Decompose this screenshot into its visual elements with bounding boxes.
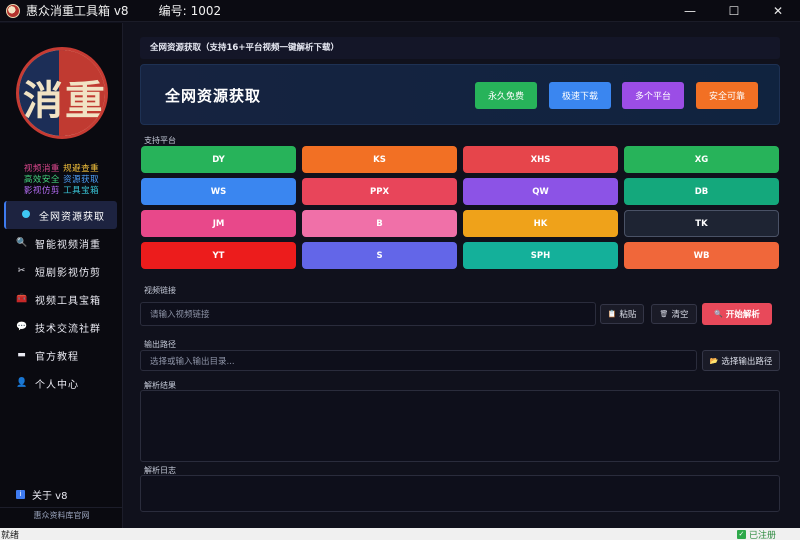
paste-label: 粘贴	[619, 310, 637, 320]
slogan-text: 工具宝箱	[63, 186, 100, 196]
platform-button-xhs[interactable]: XHS	[463, 146, 618, 173]
registration-status: ✓ 已注册	[736, 528, 800, 540]
sidebar-nav: 全网资源获取 🔍 智能视频消重 ✂ 短剧影视仿剪 🧰 视频工具宝箱 💬 技术交流…	[0, 201, 123, 397]
platform-button-jm[interactable]: JM	[141, 210, 296, 237]
registration-label: 已注册	[748, 530, 776, 540]
app-id-label: 编号:	[158, 4, 187, 18]
sidebar-item-toolbox[interactable]: 🧰 视频工具宝箱	[0, 285, 123, 313]
close-button[interactable]: ✕	[756, 0, 800, 22]
platform-button-dy[interactable]: DY	[141, 146, 296, 173]
platform-button-sph[interactable]: SPH	[463, 242, 618, 269]
search-icon: 🔍	[714, 310, 723, 318]
title-bar: 惠众消重工具箱 v8 编号: 1002 — ☐ ✕	[0, 0, 800, 22]
slogan-row: 高效安全 资源获取	[0, 175, 123, 186]
trash-icon: 🗑	[659, 310, 669, 318]
chat-icon: 💬	[16, 322, 29, 332]
platform-button-ws[interactable]: WS	[141, 178, 296, 205]
clipboard-icon: 📋	[607, 310, 617, 318]
log-area[interactable]	[140, 475, 780, 512]
slogan-text: 高效安全	[23, 175, 60, 185]
badge-free: 永久免费	[475, 82, 537, 109]
sidebar-item-label: 短剧影视仿剪	[35, 267, 101, 279]
output-path-input[interactable]: 选择或输入输出目录...	[140, 350, 697, 371]
sidebar-item-resource-fetch[interactable]: 全网资源获取	[4, 201, 117, 229]
platform-button-wb[interactable]: WB	[624, 242, 779, 269]
badge-multi-platform: 多个平台	[622, 82, 684, 109]
video-link-input[interactable]: 请输入视频链接	[140, 302, 596, 326]
sidebar-item-label: 全网资源获取	[39, 211, 105, 223]
logo-char-right: 重	[65, 77, 105, 124]
sidebar-item-label: 技术交流社群	[35, 323, 101, 335]
sidebar-item-profile[interactable]: 👤 个人中心	[0, 369, 123, 397]
sidebar-item-clip[interactable]: ✂ 短剧影视仿剪	[0, 257, 123, 285]
sidebar-item-label: 视频工具宝箱	[35, 295, 101, 307]
app-id-value: 1002	[190, 3, 222, 18]
platforms-label: 支持平台	[144, 136, 176, 145]
sidebar-item-community[interactable]: 💬 技术交流社群	[0, 313, 123, 341]
platform-button-xg[interactable]: XG	[624, 146, 779, 173]
minimize-button[interactable]: —	[668, 0, 712, 22]
window-controls: — ☐ ✕	[668, 0, 800, 22]
app-window: 惠众消重工具箱 v8 编号: 1002 — ☐ ✕ 消 重 视频消重 规避查重 …	[0, 0, 800, 540]
badge-fast-download: 极速下载	[549, 82, 611, 109]
select-output-path-label: 选择输出路径	[721, 356, 773, 367]
platform-button-b[interactable]: B	[302, 210, 457, 237]
hero-title: 全网资源获取	[165, 87, 262, 105]
slogan: 视频消重 规避查重 高效安全 资源获取 影视仿剪 工具宝箱	[0, 164, 123, 197]
magnifier-icon: 🔍	[16, 238, 29, 248]
start-parse-label: 开始解析	[725, 310, 760, 320]
main-panel: 全网资源获取（支持16+平台视频一键解析下载） 全网资源获取 永久免费 极速下载…	[124, 23, 800, 528]
slogan-row: 视频消重 规避查重	[0, 164, 123, 175]
monitor-icon: ▬	[17, 350, 27, 360]
platform-button-ppx[interactable]: PPX	[302, 178, 457, 205]
user-icon: 👤	[16, 378, 29, 388]
video-link-label: 视频链接	[144, 286, 176, 295]
maximize-button[interactable]: ☐	[712, 0, 756, 22]
platform-button-s[interactable]: S	[302, 242, 457, 269]
platform-button-db[interactable]: DB	[624, 178, 779, 205]
info-icon: i	[16, 490, 25, 499]
slogan-row: 影视仿剪 工具宝箱	[0, 186, 123, 197]
dot-icon	[20, 209, 32, 221]
sidebar: 消 重 视频消重 规避查重 高效安全 资源获取 影视仿剪 工具宝箱 全网资源获取	[0, 23, 123, 528]
platform-button-qw[interactable]: QW	[463, 178, 618, 205]
folder-icon: 📂	[709, 356, 719, 365]
slogan-text: 影视仿剪	[23, 186, 60, 196]
platform-button-hk[interactable]: HK	[463, 210, 618, 237]
platform-grid: DY KS XHS XG WS PPX QW DB JM B HK TK YT …	[141, 146, 781, 269]
official-site-link[interactable]: 惠众资料库官网	[0, 507, 123, 521]
badge-safe: 安全可靠	[696, 82, 758, 109]
sidebar-item-dedup[interactable]: 🔍 智能视频消重	[0, 229, 123, 257]
platform-button-tk[interactable]: TK	[624, 210, 779, 237]
sidebar-item-tutorial[interactable]: ▬ 官方教程	[0, 341, 123, 369]
clear-button[interactable]: 🗑 清空	[651, 304, 697, 324]
sidebar-item-label: 智能视频消重	[35, 239, 101, 251]
app-logo-icon	[6, 3, 20, 18]
result-area[interactable]	[140, 390, 780, 462]
app-title: 惠众消重工具箱 v8	[26, 4, 129, 18]
sidebar-item-label: 官方教程	[35, 351, 79, 363]
slogan-text: 规避查重	[63, 164, 100, 174]
paste-button[interactable]: 📋 粘贴	[600, 304, 644, 324]
platform-button-ks[interactable]: KS	[302, 146, 457, 173]
check-icon: ✓	[736, 529, 746, 539]
sidebar-item-label: 个人中心	[35, 379, 79, 391]
output-path-label: 输出路径	[144, 340, 176, 349]
page-title-bar: 全网资源获取（支持16+平台视频一键解析下载）	[140, 37, 780, 59]
hero-banner: 全网资源获取 永久免费 极速下载 多个平台 安全可靠	[140, 64, 780, 125]
status-bar: 就绪 ✓ 已注册	[0, 528, 800, 540]
clear-label: 清空	[671, 310, 689, 320]
brand-logo: 消 重	[16, 47, 108, 139]
logo-char-left: 消	[23, 77, 63, 124]
select-output-path-button[interactable]: 📂 选择输出路径	[702, 350, 780, 371]
scissors-icon: ✂	[17, 266, 27, 276]
about-label: 关于 v8	[32, 491, 68, 502]
platform-button-yt[interactable]: YT	[141, 242, 296, 269]
toolbox-icon: 🧰	[16, 294, 29, 304]
slogan-text: 资源获取	[63, 175, 100, 185]
about-link[interactable]: i 关于 v8	[16, 487, 67, 502]
slogan-text: 视频消重	[23, 164, 60, 174]
start-parse-button[interactable]: 🔍 开始解析	[702, 303, 772, 325]
status-text: 就绪	[1, 530, 20, 540]
